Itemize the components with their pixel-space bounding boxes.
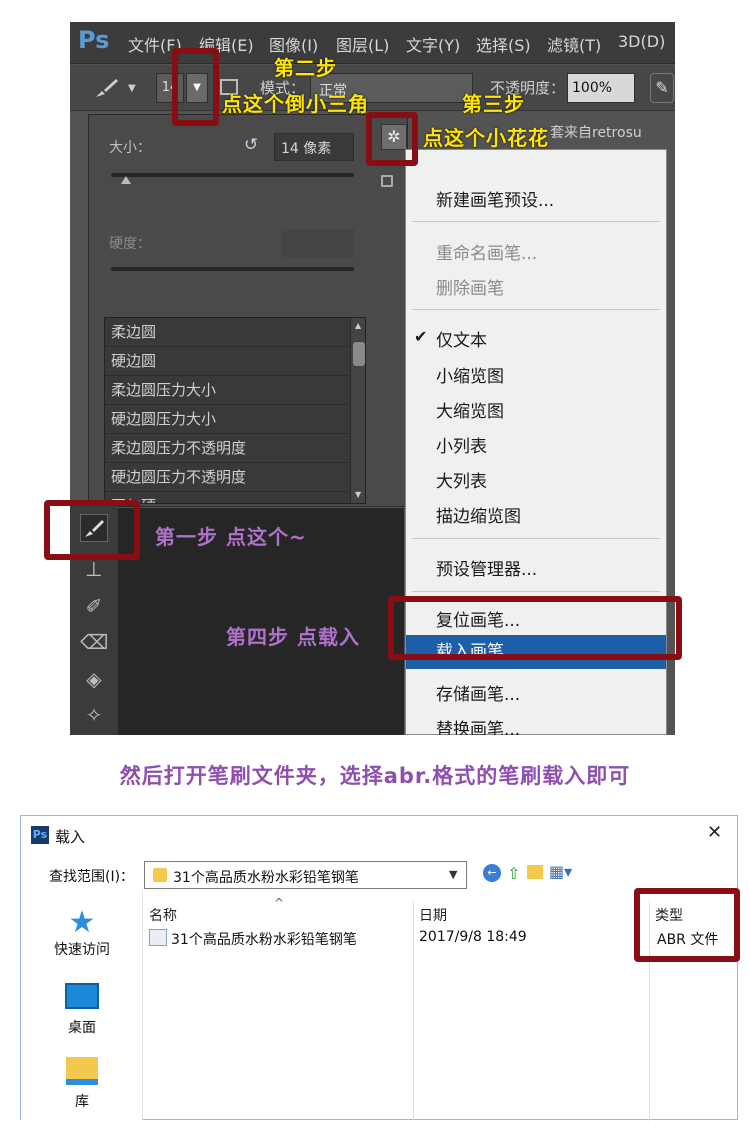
new-folder-icon[interactable] [527,865,543,879]
quick-access-label: 快速访问 [54,942,110,958]
scroll-up-arrow-icon[interactable]: ▲ [355,321,361,330]
size-input[interactable]: 14 像素 [274,133,354,161]
file-name: 31个高品质水粉水彩铅笔钢笔 [171,932,357,948]
step2-text: 点这个倒小三角 [222,92,369,116]
step4-text: 第四步 点载入 [226,625,360,649]
menu-bar: Ps 文件(F) 编辑(E) 图像(I) 图层(L) 文字(Y) 选择(S) 滤… [70,22,675,64]
step1-highlight-box [44,500,140,560]
menu-item-text-only[interactable]: 仅文本 [406,326,666,351]
dialog-title: 载入 [55,828,86,846]
hardness-label: 硬度： [109,236,151,252]
preset-arrow-icon[interactable]: ▼ [128,83,136,94]
new-preset-icon[interactable] [381,175,393,187]
step2-highlight-box [172,48,219,126]
menu-type[interactable]: 文字(Y) [406,32,460,56]
list-item[interactable]: 柔边圆压力不透明度 [105,434,349,463]
desktop-label: 桌面 [68,1020,96,1036]
desktop-item[interactable]: 桌面 [21,983,143,1037]
folder-icon [153,868,167,882]
menu-item-preset-manager[interactable]: 预设管理器... [406,555,666,580]
size-slider-thumb[interactable] [121,176,131,184]
menu-item-stroke-thumbnail[interactable]: 描边缩览图 [406,502,666,527]
eraser-icon[interactable]: ⌫ [80,628,108,656]
star-icon: ★ [68,905,96,940]
step4-highlight-box [388,596,682,660]
sort-arrow-icon: ^ [274,896,285,910]
brush-tool-preset-icon[interactable] [94,77,120,104]
back-icon[interactable]: ← [483,864,501,882]
load-dialog: Ps 载入 ✕ 查找范围(I)： 31个高品质水粉水彩铅笔钢笔 ▼ ← ⇧ ▦▾… [20,815,738,1121]
step2-title: 第二步 [274,56,337,80]
opacity-input[interactable]: 100% [567,73,635,103]
app-icon: Ps [31,826,49,844]
document-tab-label[interactable]: 套来自retrosu [550,122,642,142]
step1-text: 第一步 点这个~ [155,525,307,549]
places-sidebar: ★ 快速访问 桌面 库 [21,891,143,1121]
airbrush-icon[interactable]: ✎ [650,73,674,103]
paint-bucket-icon[interactable]: ◈ [80,665,108,693]
blur-tool-icon[interactable]: ✧ [80,701,108,729]
menu-item-large-thumbnail[interactable]: 大缩览图 [406,397,666,422]
hardness-input[interactable] [281,229,354,257]
reset-size-icon[interactable]: ↺ [244,135,258,155]
list-item[interactable]: 硬边圆 [105,347,349,376]
menu-item-new-brush-preset[interactable]: 新建画笔预设... [406,186,666,211]
menu-item-rename-brush[interactable]: 重命名画笔... [406,239,666,264]
file-date: 2017/9/8 18:49 [419,929,527,945]
menu-select[interactable]: 选择(S) [476,32,531,56]
type-highlight-box [634,888,740,962]
menu-filter[interactable]: 滤镜(T) [547,32,601,56]
view-menu-icon[interactable]: ▦▾ [549,862,572,881]
quick-access-item[interactable]: ★ 快速访问 [21,907,143,959]
list-item[interactable]: 硬边圆压力不透明度 [105,463,349,492]
menu-item-small-list[interactable]: 小列表 [406,432,666,457]
chevron-down-icon[interactable]: ▼ [449,868,457,881]
menu-layer[interactable]: 图层(L) [336,32,389,56]
instruction-caption: 然后打开笔刷文件夹，选择abr.格式的笔刷载入即可 [119,764,631,788]
menu-divider [412,538,660,539]
desktop-icon [65,983,99,1009]
library-label: 库 [75,1094,89,1110]
column-header-date[interactable]: 日期 [419,905,447,925]
scroll-down-arrow-icon[interactable]: ▼ [355,490,361,499]
step3-text: 点这个小花花 [423,126,549,150]
menu-item-delete-brush[interactable]: 删除画笔 [406,274,666,299]
close-icon[interactable]: ✕ [707,822,722,843]
library-item[interactable]: 库 [21,1057,143,1111]
step3-title: 第三步 [462,92,525,116]
list-item[interactable]: 硬边圆压力大小 [105,405,349,434]
menu-3d[interactable]: 3D(D) [618,32,665,51]
menu-item-small-thumbnail[interactable]: 小缩览图 [406,362,666,387]
menu-item-large-list[interactable]: 大列表 [406,467,666,492]
brush-preset-picker-popup: 大小： ↺ 14 像素 硬度： 柔边圆 硬边圆 柔边圆压力大小 硬边圆压力大小 … [88,114,408,507]
menu-item-save-brushes[interactable]: 存储画笔... [406,680,666,705]
app-logo: Ps [78,26,110,54]
menu-divider [412,591,660,592]
scroll-thumb[interactable] [353,342,365,366]
options-bar: ▼ 14 ▼ 模式： 正常 不透明度： 100% ✎ [70,65,675,111]
menu-item-replace-brushes[interactable]: 替换画笔... [406,715,666,735]
size-slider[interactable] [111,173,354,177]
menu-divider [412,309,660,310]
up-folder-icon[interactable]: ⇧ [507,864,520,883]
look-in-value: 31个高品质水粉水彩铅笔钢笔 [173,870,359,886]
column-header-name[interactable]: 名称 [149,905,177,925]
hardness-slider[interactable] [111,267,354,271]
brush-preset-list: 柔边圆 硬边圆 柔边圆压力大小 硬边圆压力大小 柔边圆压力不透明度 硬边圆压力不… [104,317,366,504]
abr-file-icon [149,929,167,946]
preset-list-scrollbar[interactable]: ▲ ▼ [350,318,365,503]
list-item[interactable]: 柔边圆压力大小 [105,376,349,405]
size-label: 大小： [109,140,151,156]
list-item[interactable]: 回与硬 [105,492,349,503]
look-in-label: 查找范围(I)： [49,869,135,885]
menu-divider [412,221,660,222]
library-icon [66,1057,98,1085]
list-item[interactable]: 柔边圆 [105,318,349,347]
history-brush-icon[interactable]: ✐ [80,592,108,620]
step3-highlight-box [366,112,418,166]
look-in-combo[interactable]: 31个高品质水粉水彩铅笔钢笔 ▼ [144,861,467,889]
